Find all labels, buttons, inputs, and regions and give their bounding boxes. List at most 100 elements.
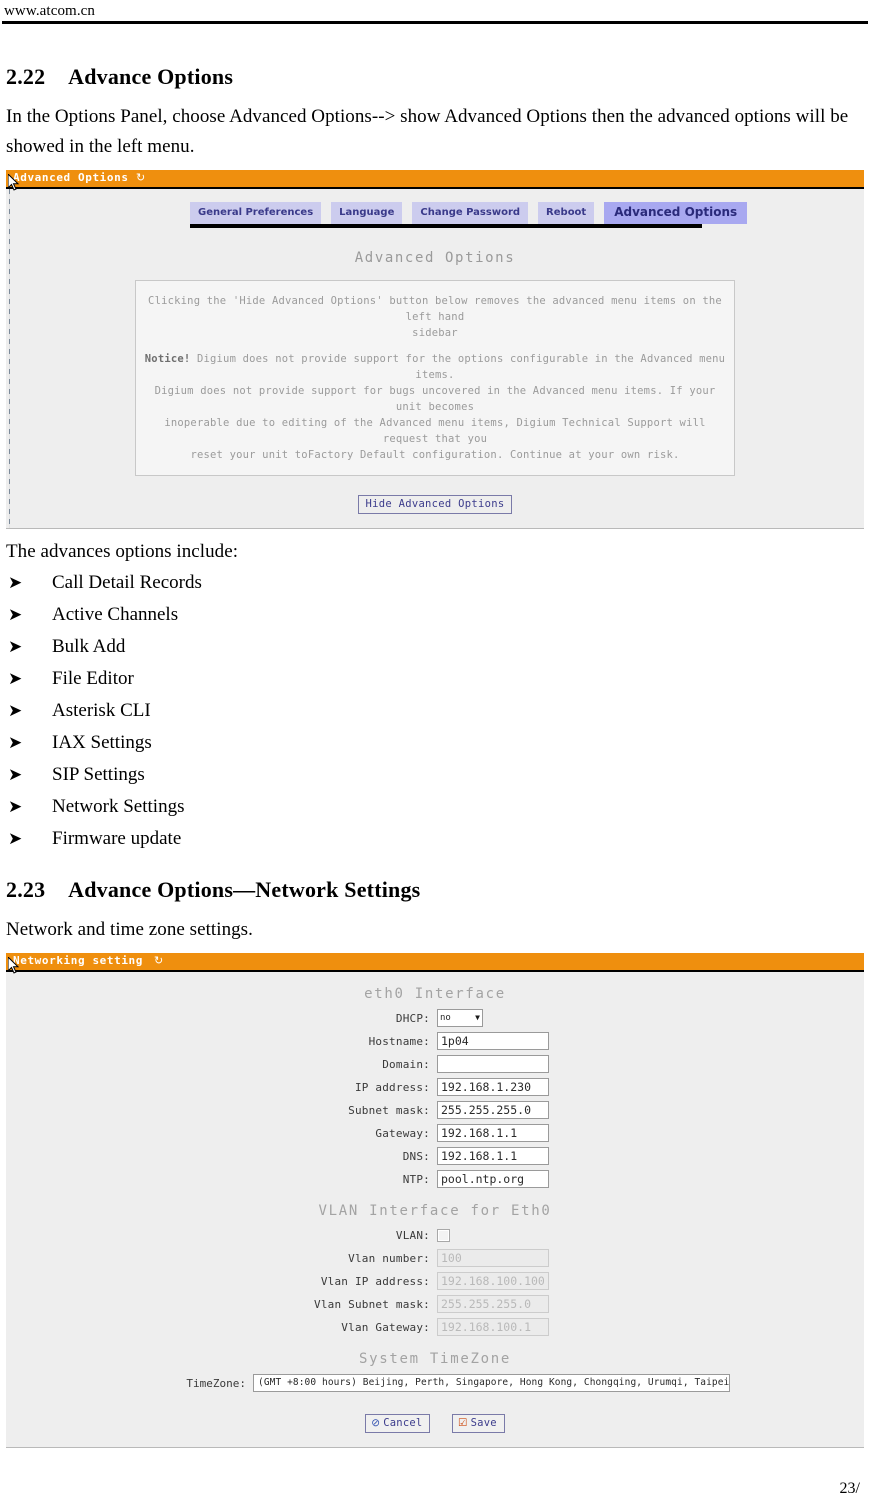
list-item: ➤ Asterisk CLI: [6, 695, 864, 727]
left-sidebar-strip: [9, 189, 10, 528]
header-url: www.atcom.cn: [4, 3, 96, 19]
field-row-dhcp: DHCP: no ▼: [6, 1008, 864, 1028]
hide-advanced-options-button[interactable]: Hide Advanced Options: [358, 495, 512, 514]
list-item-label: Asterisk CLI: [52, 700, 151, 721]
save-icon: ☑: [458, 1417, 468, 1429]
timezone-heading: System TimeZone: [359, 1351, 511, 1367]
dhcp-select-value: no: [440, 1013, 451, 1023]
list-item: ➤ File Editor: [6, 663, 864, 695]
heading-2-22-number: 2.22: [6, 64, 46, 89]
list-item-label: Network Settings: [52, 796, 185, 817]
field-row-vlan-enable: VLAN:: [6, 1225, 864, 1245]
tab-general-preferences[interactable]: General Preferences: [190, 202, 322, 224]
field-row-vlan-ip-address: Vlan IP address: 192.168.100.100: [6, 1271, 864, 1291]
advanced-options-list: ➤ Call Detail Records ➤ Active Channels ➤ B…: [6, 567, 864, 855]
field-row-vlan-number: Vlan number: 100: [6, 1248, 864, 1268]
ntp-input[interactable]: pool.ntp.org: [437, 1170, 549, 1188]
arrow-bullet-icon: ➤: [8, 765, 23, 785]
label-vlan-ip-address: Vlan IP address:: [320, 1274, 430, 1288]
list-item: ➤ Firmware update: [6, 823, 864, 855]
field-row-hostname: Hostname: 1p04: [6, 1031, 864, 1051]
networking-titlebar-label: Networking setting: [13, 954, 144, 967]
label-vlan: VLAN:: [395, 1228, 430, 1242]
label-hostname: Hostname:: [368, 1034, 430, 1048]
list-item-label: Bulk Add: [52, 636, 126, 657]
vlan-number-input[interactable]: 100: [437, 1249, 549, 1267]
screenshot-advanced-options: Advanced Options ↻ General Preferences L…: [6, 170, 864, 529]
list-item: ➤ Active Channels: [6, 599, 864, 631]
field-row-dns: DNS: 192.168.1.1: [6, 1146, 864, 1166]
label-domain: Domain:: [382, 1057, 430, 1071]
vlan-heading: VLAN Interface for Eth0: [318, 1203, 552, 1219]
label-vlan-subnet-mask: Vlan Subnet mask:: [314, 1297, 430, 1311]
notice-line-4: Digium does not provide support for bugs…: [154, 385, 716, 413]
tab-language[interactable]: Language: [331, 202, 403, 224]
page-footer: 23/: [839, 1480, 860, 1497]
advanced-notice-box: Clicking the 'Hide Advanced Options' but…: [135, 280, 735, 476]
timezone-select-value: (GMT +8:00 hours) Beijing, Perth, Singap…: [258, 1377, 730, 1388]
arrow-bullet-icon: ➤: [8, 829, 23, 849]
dns-input[interactable]: 192.168.1.1: [437, 1147, 549, 1165]
arrow-bullet-icon: ➤: [8, 797, 23, 817]
vlan-gateway-input[interactable]: 192.168.100.1: [437, 1318, 549, 1336]
heading-2-22-title: Advance Options: [68, 64, 234, 89]
chevron-down-icon: ▼: [729, 1375, 730, 1391]
list-item-label: File Editor: [52, 668, 134, 689]
field-row-ntp: NTP: pool.ntp.org: [6, 1169, 864, 1189]
refresh-icon[interactable]: ↻: [154, 954, 163, 967]
advanced-page-title: Advanced Options: [354, 250, 516, 266]
vlan-ip-address-input[interactable]: 192.168.100.100: [437, 1272, 549, 1290]
save-button[interactable]: ☑ Save: [452, 1414, 505, 1433]
hide-advanced-options-wrap: Hide Advanced Options: [6, 492, 864, 514]
cancel-icon: ⊘: [371, 1417, 381, 1429]
page-header: www.atcom.cn: [0, 0, 870, 24]
arrow-bullet-icon: ➤: [8, 669, 23, 689]
heading-2-23: 2.23 Advance Options—Network Settings: [6, 877, 864, 903]
notice-line-6: reset your unit toFactory Default config…: [190, 449, 680, 461]
field-row-vlan-gateway: Vlan Gateway: 192.168.100.1: [6, 1317, 864, 1337]
arrow-bullet-icon: ➤: [8, 733, 23, 753]
notice-line-3-text: Digium does not provide support for the …: [190, 353, 726, 381]
tab-reboot[interactable]: Reboot: [538, 202, 595, 224]
save-button-label: Save: [470, 1417, 497, 1429]
notice-line-3: Notice! Digium does not provide support …: [142, 351, 728, 383]
field-row-domain: Domain:: [6, 1054, 864, 1074]
refresh-icon[interactable]: ↻: [136, 171, 145, 184]
field-row-timezone: TimeZone: (GMT +8:00 hours) Beijing, Per…: [6, 1373, 864, 1393]
notice-line-2: sidebar: [412, 327, 458, 339]
tab-change-password[interactable]: Change Password: [412, 202, 529, 224]
list-item: ➤ IAX Settings: [6, 727, 864, 759]
heading-2-23-number: 2.23: [6, 877, 46, 902]
heading-2-22: 2.22 Advance Options: [6, 64, 864, 90]
chevron-down-icon: ▼: [475, 1013, 480, 1022]
header-rule: [2, 21, 868, 24]
list-item-label: IAX Settings: [52, 732, 152, 753]
notice-line-1: Clicking the 'Hide Advanced Options' but…: [148, 295, 722, 323]
hostname-input[interactable]: 1p04: [437, 1032, 549, 1050]
dhcp-select[interactable]: no ▼: [437, 1009, 483, 1027]
timezone-select[interactable]: (GMT +8:00 hours) Beijing, Perth, Singap…: [253, 1374, 730, 1392]
cancel-button[interactable]: ⊘ Cancel: [365, 1414, 431, 1433]
field-row-subnet-mask: Subnet mask: 255.255.255.0: [6, 1100, 864, 1120]
list-item-label: Firmware update: [52, 828, 182, 849]
document-body: 2.22 Advance Options In the Options Pane…: [6, 28, 864, 1448]
list-item: ➤ Call Detail Records: [6, 567, 864, 599]
vlan-checkbox[interactable]: [437, 1228, 450, 1242]
subnet-mask-input[interactable]: 255.255.255.0: [437, 1101, 549, 1119]
notice-bold-prefix: Notice!: [144, 353, 191, 365]
network-form-buttons: ⊘ Cancel ☑ Save: [6, 1411, 864, 1433]
label-gateway: Gateway:: [375, 1126, 430, 1140]
ip-address-input[interactable]: 192.168.1.230: [437, 1078, 549, 1096]
networking-titlebar: Networking setting ↻: [6, 953, 864, 974]
list-item-label: SIP Settings: [52, 764, 145, 785]
heading-2-23-title: Advance Options—Network Settings: [68, 877, 421, 902]
label-subnet-mask: Subnet mask:: [348, 1103, 430, 1117]
tab-advanced-options[interactable]: Advanced Options: [604, 202, 748, 224]
arrow-bullet-icon: ➤: [8, 701, 23, 721]
domain-input[interactable]: [437, 1055, 549, 1073]
field-row-gateway: Gateway: 192.168.1.1: [6, 1123, 864, 1143]
vlan-subnet-mask-input[interactable]: 255.255.255.0: [437, 1295, 549, 1313]
label-ntp: NTP:: [402, 1172, 430, 1186]
gateway-input[interactable]: 192.168.1.1: [437, 1124, 549, 1142]
advanced-titlebar: Advanced Options ↻: [6, 170, 864, 191]
